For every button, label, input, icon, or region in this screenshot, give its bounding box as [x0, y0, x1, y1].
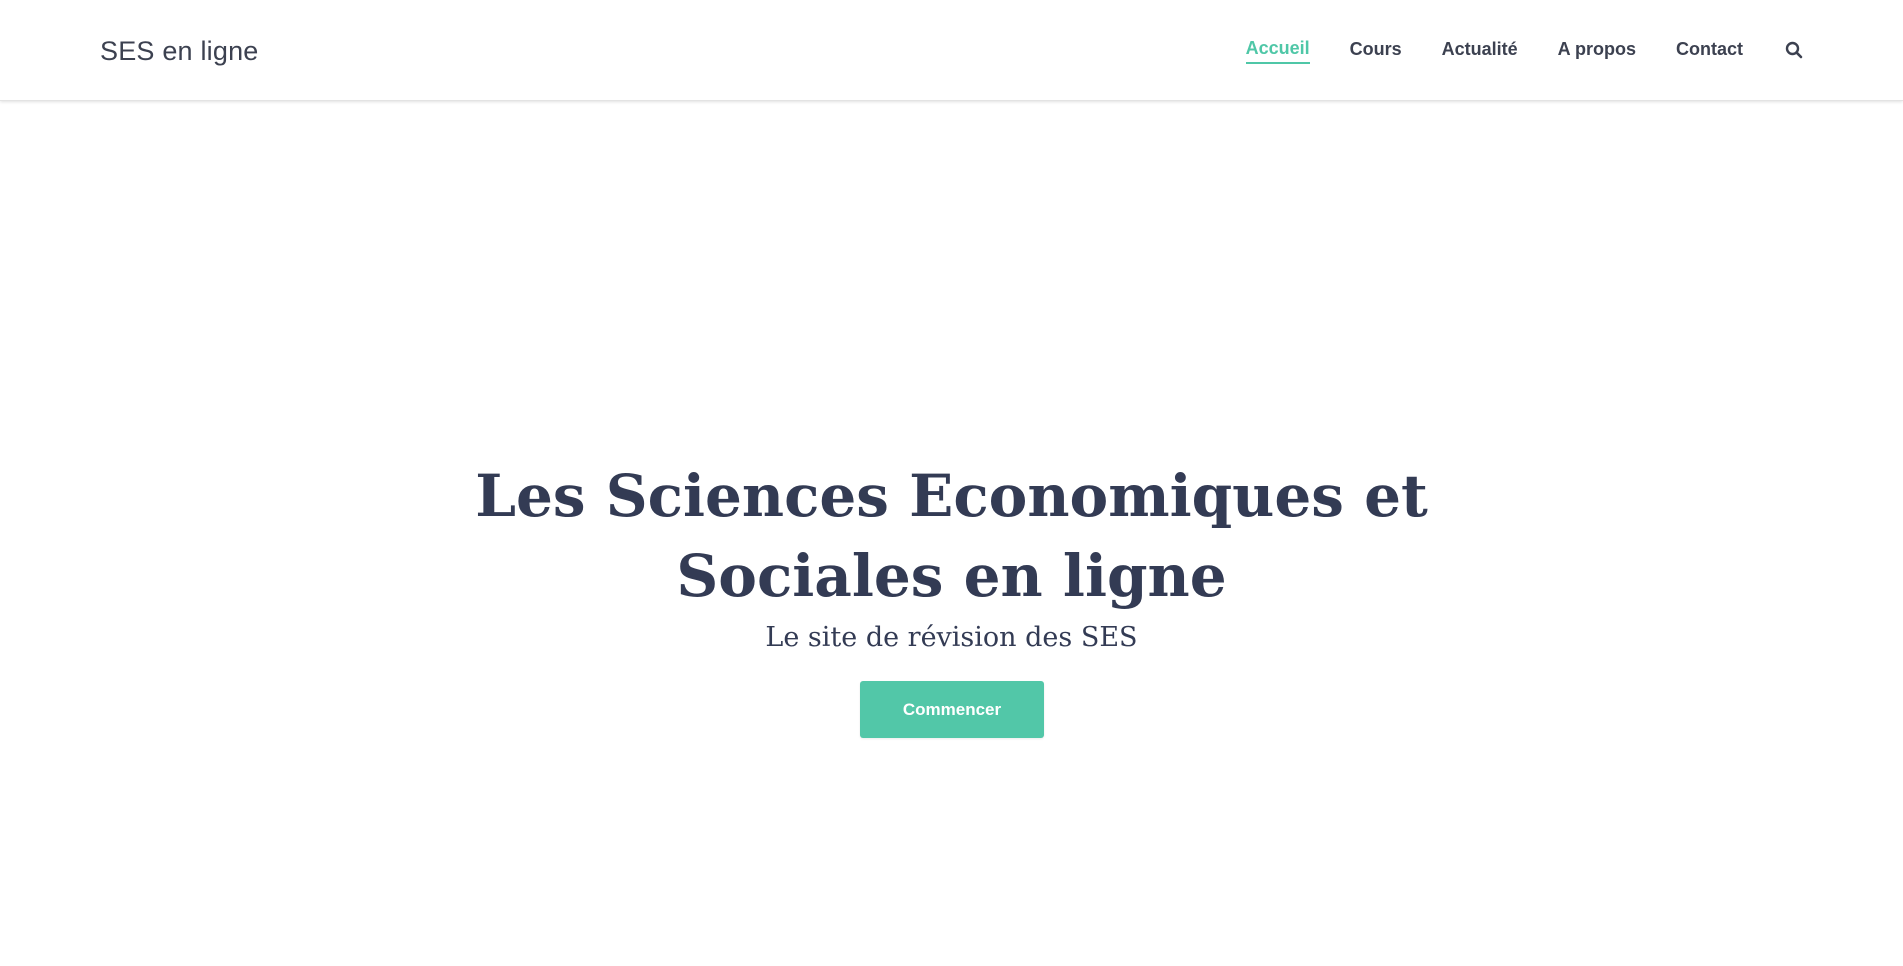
search-icon[interactable]: [1783, 39, 1805, 61]
nav-item-a-propos[interactable]: A propos: [1558, 39, 1636, 63]
nav-item-accueil[interactable]: Accueil: [1245, 38, 1310, 64]
nav-item-actualite[interactable]: Actualité: [1442, 39, 1518, 63]
site-brand[interactable]: SES en ligne: [100, 36, 259, 67]
nav-item-cours[interactable]: Cours: [1350, 39, 1402, 63]
hero-subtitle: Le site de révision des SES: [765, 622, 1138, 653]
hero-title: Les Sciences Economiques et Sociales en …: [475, 462, 1428, 610]
start-button[interactable]: Commencer: [860, 681, 1044, 738]
site-header: SES en ligne Accueil Cours Actualité A p…: [0, 0, 1903, 101]
main-nav: Accueil Cours Actualité A propos Contact: [1245, 38, 1805, 64]
nav-item-contact[interactable]: Contact: [1676, 39, 1743, 63]
hero-section: Les Sciences Economiques et Sociales en …: [0, 101, 1903, 966]
